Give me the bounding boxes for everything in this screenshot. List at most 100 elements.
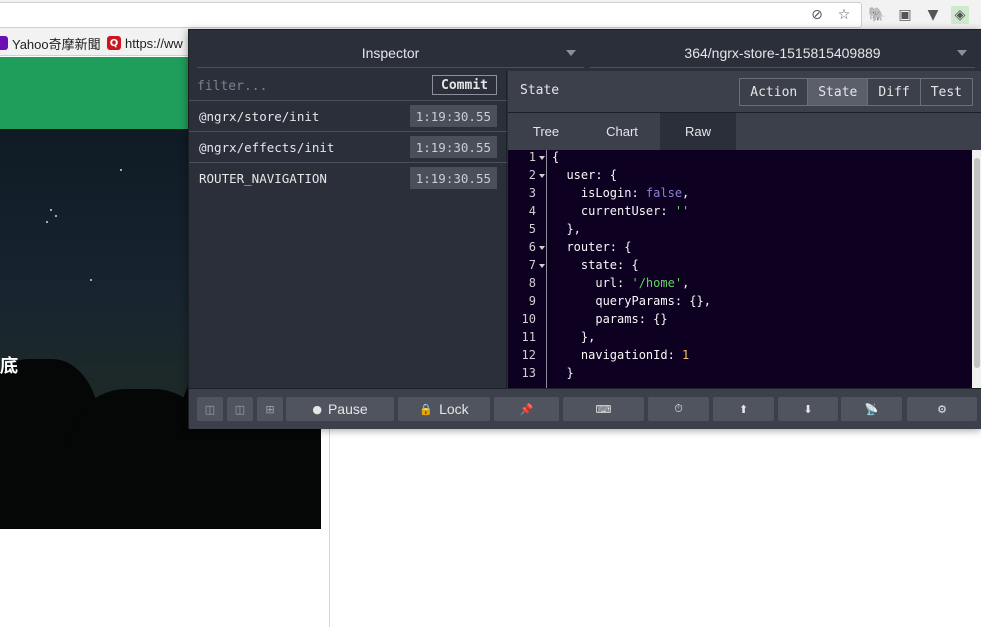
tab-action[interactable]: Action — [740, 79, 807, 105]
download-icon: ⬇ — [803, 402, 813, 416]
filter-input[interactable] — [197, 76, 427, 96]
plain-token: navigationId: — [552, 348, 683, 362]
devtools-topbar: Inspector 364/ngrx-store-1515815409889 — [189, 30, 981, 71]
chevron-down-icon — [957, 50, 967, 56]
line-number: 10 — [521, 312, 536, 326]
remote-button[interactable]: 📡 — [841, 397, 902, 421]
dock-left-button[interactable]: ◫ — [197, 397, 223, 421]
raw-state-editor[interactable]: 1{2 user: {3 isLogin: false, 4 currentUse… — [508, 150, 981, 388]
star-dot — [90, 279, 92, 281]
translate-icon[interactable]: ⊘ — [808, 6, 826, 24]
dock-bottom-button[interactable]: ⊞ — [257, 397, 283, 421]
action-item[interactable]: @ngrx/effects/init 1:19:30.55 — [189, 132, 507, 163]
action-time: 1:19:30.55 — [409, 105, 497, 127]
subtab-tree[interactable]: Tree — [508, 113, 584, 150]
editor-scrollbar[interactable] — [972, 150, 981, 388]
code-line: 9 queryParams: {}, — [508, 294, 972, 312]
broadcast-icon: 📡 — [864, 402, 879, 416]
devtools-panel: Inspector 364/ngrx-store-1515815409889 C… — [188, 29, 981, 429]
tab-state[interactable]: State — [807, 79, 868, 105]
export-button[interactable]: ⬆ — [713, 397, 774, 421]
plain-token: isLogin: — [552, 186, 646, 200]
fold-toggle-icon[interactable] — [539, 174, 545, 178]
bookmark-q[interactable]: Q https://ww — [107, 34, 183, 52]
scrollbar-thumb[interactable] — [974, 158, 980, 368]
hero-text: 底 — [0, 356, 18, 377]
persist-button[interactable]: 📌 — [494, 397, 559, 421]
lock-icon: 🔒 — [419, 402, 434, 416]
string-token: '/home' — [631, 276, 683, 290]
layout-bottom-icon: ⊞ — [265, 402, 275, 416]
number-token: 1 — [682, 348, 690, 362]
stopwatch-icon: ⏱ — [674, 402, 683, 415]
action-item[interactable]: @ngrx/store/init 1:19:30.55 — [189, 101, 507, 132]
plain-token: { — [552, 150, 560, 164]
tab-test[interactable]: Test — [919, 79, 972, 105]
plain-token: , — [682, 186, 690, 200]
chevron-down-icon — [566, 50, 576, 56]
action-time: 1:19:30.55 — [409, 136, 497, 158]
bookmark-yahoo[interactable]: Yahoo奇摩新聞 — [0, 34, 101, 52]
lock-button[interactable]: 🔒 Lock — [398, 397, 490, 421]
dispatcher-button[interactable]: ⌨ — [563, 397, 644, 421]
line-number: 7 — [528, 258, 536, 272]
code-line: 11 }, — [508, 330, 972, 348]
line-number: 12 — [521, 348, 536, 362]
tab-diff[interactable]: Diff — [867, 79, 919, 105]
slider-button[interactable]: ⏱ — [648, 397, 709, 421]
code-line: 6 router: { — [508, 240, 972, 258]
code-text: queryParams: {}, — [552, 294, 711, 308]
monitor-select-value: Inspector — [361, 44, 420, 61]
plain-token: params: {} — [552, 312, 668, 326]
line-number: 8 — [528, 276, 536, 290]
code-line: 8 url: '/home', — [508, 276, 972, 294]
plain-token: , — [682, 276, 690, 290]
fold-toggle-icon[interactable] — [539, 264, 545, 268]
subtab-chart[interactable]: Chart — [584, 113, 660, 150]
action-list: @ngrx/store/init 1:19:30.55 @ngrx/effect… — [189, 101, 507, 194]
plain-token: }, — [552, 222, 581, 236]
code-line: 3 isLogin: false, — [508, 186, 972, 204]
bookmark-label: https://ww — [125, 35, 183, 51]
code-line: 2 user: { — [508, 168, 972, 186]
settings-button[interactable]: ⚙ — [907, 397, 977, 421]
code-text: } — [552, 366, 573, 380]
filter-bar: Commit — [189, 71, 507, 101]
pause-button[interactable]: ● Pause — [286, 397, 394, 421]
fold-toggle-icon[interactable] — [539, 156, 545, 160]
instance-select-value: 364/ngrx-store-1515815409889 — [684, 44, 881, 61]
code-line: 12 navigationId: 1 — [508, 348, 972, 366]
redux-devtools-icon[interactable]: ◈ — [951, 6, 969, 24]
view-subtabs: Tree Chart Raw — [508, 113, 981, 150]
action-name: @ngrx/store/init — [199, 108, 320, 124]
address-bar[interactable] — [0, 2, 862, 28]
code-line: 1{ — [508, 150, 972, 168]
extension-icon[interactable]: ▣ — [896, 6, 914, 24]
inspector-tabs: Action State Diff Test — [739, 78, 973, 106]
dock-right-button[interactable]: ◫ — [227, 397, 253, 421]
plain-token: }, — [552, 330, 596, 344]
evernote-icon[interactable]: 🐘 — [868, 6, 886, 24]
code-line: 4 currentUser: '' — [508, 204, 972, 222]
star-icon[interactable]: ☆ — [835, 6, 853, 24]
fold-toggle-icon[interactable] — [539, 246, 545, 250]
browser-toolbar: ⊘ ☆ 🐘 ▣ ▼ ◈ — [0, 0, 981, 30]
page-header-bar — [0, 57, 188, 129]
plain-token: user: { — [552, 168, 618, 182]
commit-button[interactable]: Commit — [432, 75, 497, 95]
layout-right-icon: ◫ — [234, 402, 246, 416]
code-text: { — [552, 150, 559, 164]
code-text: state: { — [552, 258, 639, 272]
instance-select[interactable]: 364/ngrx-store-1515815409889 — [590, 38, 975, 68]
import-button[interactable]: ⬇ — [778, 397, 838, 421]
monitor-select[interactable]: Inspector — [197, 38, 584, 68]
inspector-title: State — [520, 83, 560, 98]
code-text: }, — [552, 330, 595, 344]
line-number: 5 — [528, 222, 536, 236]
code-line: 7 state: { — [508, 258, 972, 276]
keyboard-icon: ⌨ — [595, 402, 612, 416]
subtab-raw[interactable]: Raw — [660, 113, 736, 150]
action-item[interactable]: ROUTER_NAVIGATION 1:19:30.55 — [189, 163, 507, 194]
vue-icon[interactable]: ▼ — [924, 6, 942, 24]
pause-label: Pause — [327, 401, 368, 417]
